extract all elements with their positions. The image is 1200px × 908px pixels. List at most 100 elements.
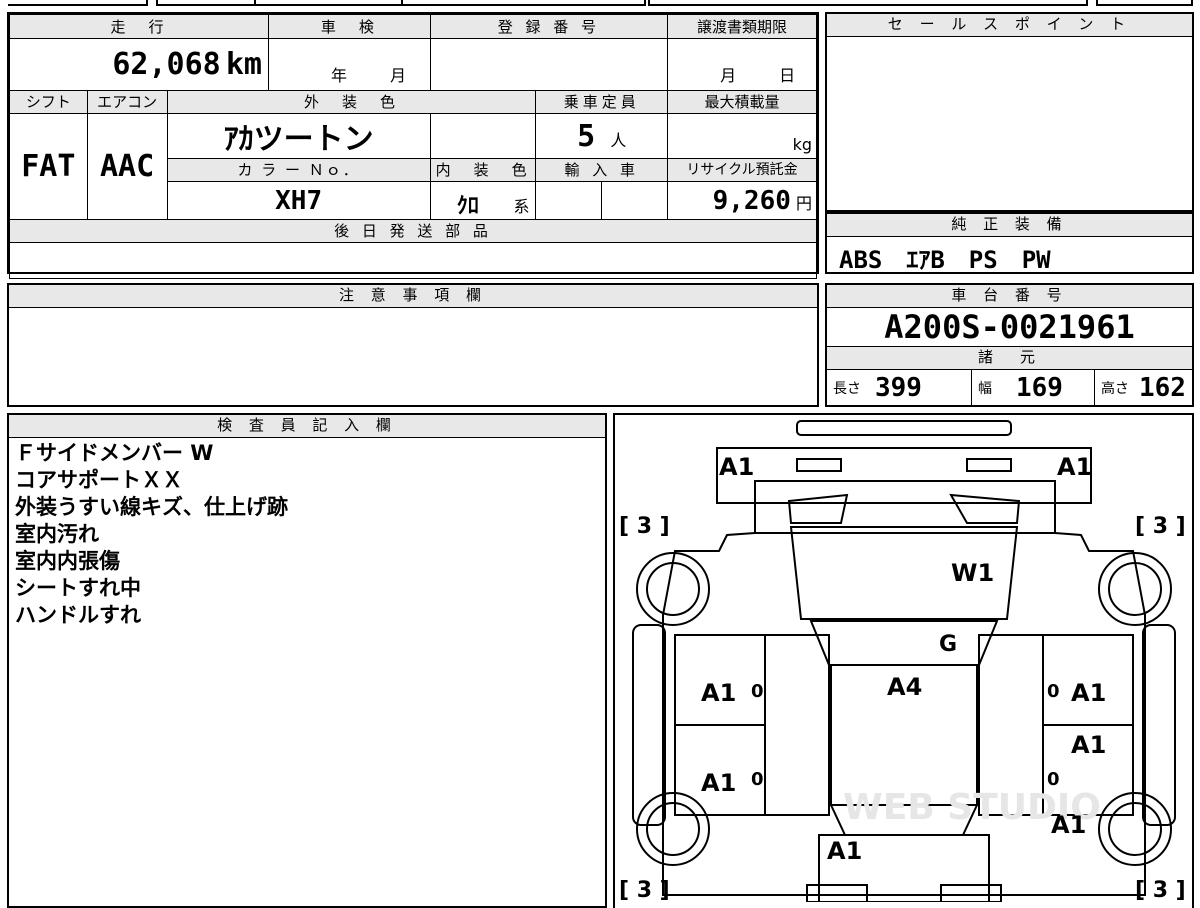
rear-light-left — [806, 884, 868, 903]
car-diagram-box: WEB STUDIO [ 3 ] [ 3 ] [ 3 ] [ 3 ] A1 A1… — [613, 413, 1194, 908]
wheel-front-right-inner — [1108, 562, 1162, 616]
max-load-cell: kg — [667, 113, 817, 159]
interior-color-value: ｸﾛ — [456, 194, 479, 219]
spec-height-value: 162 — [1139, 373, 1186, 403]
chassis-value: A200S-0021961 — [827, 308, 1192, 347]
capacity-value: 5 — [577, 118, 596, 154]
spec-length: 長さ 399 — [827, 370, 972, 406]
headlight-left-shape — [796, 458, 842, 472]
capacity-unit: 人 — [610, 130, 627, 150]
wheel-rear-right-inner — [1108, 802, 1162, 856]
capacity-cell: 5 人 — [535, 113, 669, 159]
inspection-month: 月 — [390, 66, 407, 85]
wheel-front-left-inner — [646, 562, 700, 616]
remark-line: Ｆサイドメンバー W — [15, 441, 214, 465]
recycle-fee-label: リサイクル預託金 — [667, 158, 817, 182]
marker-windshield: W1 — [951, 559, 994, 587]
rear-light-right — [940, 884, 1002, 903]
import-cell-1 — [535, 181, 603, 220]
marker-door-front-left: A1 — [701, 679, 736, 707]
equipment-box: 純 正 装 備 ABS ｴｱB PS PW — [825, 212, 1194, 274]
zero-marker-right-rear: 0 — [1047, 769, 1060, 790]
chassis-label: 車 台 番 号 — [827, 285, 1192, 308]
marker-door-mid-right: A1 — [1071, 731, 1106, 759]
sales-point-box: セ ー ル ス ポ イ ン ト — [825, 12, 1194, 212]
color-number-label: カ ラ ー Ｎｏ． — [166, 158, 431, 182]
marker-roof: A4 — [887, 673, 922, 701]
spec-length-value: 399 — [875, 373, 922, 403]
color-number-value: XH7 — [166, 181, 431, 220]
mileage-unit: km — [225, 47, 262, 82]
headlight-right-shape — [966, 458, 1012, 472]
exterior-color-extra — [429, 113, 537, 159]
zero-marker-left-front: 0 — [751, 681, 764, 702]
exterior-color-label: 外 装 色 — [166, 90, 537, 114]
later-parts-label: 後 日 発 送 部 品 — [9, 219, 817, 243]
spec-width-value: 169 — [1016, 373, 1063, 403]
body-outline — [662, 532, 1146, 896]
capacity-label: 乗車定員 — [535, 90, 669, 114]
top-cut-strip — [8, 0, 1193, 6]
import-cell-2 — [601, 181, 669, 220]
mileage-cell: 62,068 km — [9, 38, 269, 91]
remark-line: 室内内張傷 — [15, 549, 120, 573]
remark-line: 外装うすい線キズ、仕上げ跡 — [15, 495, 288, 519]
zero-marker-right-front: 0 — [1047, 681, 1060, 702]
specs-label: 諸 元 — [827, 347, 1192, 370]
transfer-deadline-label: 譲渡書類期限 — [667, 14, 817, 39]
marker-rear-right: A1 — [1051, 811, 1086, 839]
specs-row: 長さ 399 幅 169 高さ 162 — [827, 370, 1192, 406]
recycle-fee-value: 9,260 — [712, 185, 791, 216]
ac-value: AAC — [86, 113, 168, 220]
inspection-label: 車 検 — [267, 14, 431, 39]
spec-length-label: 長さ — [833, 381, 861, 397]
spec-height-label: 高さ — [1101, 381, 1129, 397]
registration-label: 登 録 番 号 — [429, 14, 669, 39]
transfer-month: 月 — [720, 66, 737, 85]
equipment-label: 純 正 装 備 — [827, 214, 1192, 237]
shift-value: FAT — [9, 113, 88, 220]
tire-rear-right-label: [ 3 ] — [1135, 878, 1186, 902]
zero-marker-left-rear: 0 — [751, 769, 764, 790]
exterior-color-value: ｱｶツートン — [166, 113, 431, 159]
recycle-fee-cell: 9,260 円 — [667, 181, 817, 220]
roof-front-shape — [809, 620, 999, 666]
mileage-label: 走 行 — [9, 14, 269, 39]
vehicle-info-grid: 走 行 車 検 登 録 番 号 譲渡書類期限 62,068 km 年 月 月 日… — [7, 12, 819, 279]
inspection-cell: 年 月 — [267, 38, 431, 91]
marker-rear-hatch: A1 — [827, 837, 862, 865]
notes-label: 注 意 事 項 欄 — [9, 285, 817, 308]
hood-vent-left — [787, 493, 849, 524]
sales-point-label: セ ー ル ス ポ イ ン ト — [827, 14, 1192, 37]
shift-label: シフト — [9, 90, 88, 114]
marker-front-left: A1 — [719, 453, 754, 481]
hood-vent-right — [949, 493, 1021, 524]
recycle-fee-unit: 円 — [795, 193, 812, 213]
registration-value — [429, 38, 669, 91]
remarks-list: Ｆサイドメンバー W コアサポートＸＸ 外装うすい線キズ、仕上げ跡 室内汚れ 室… — [9, 438, 605, 631]
mileage-value: 62,068 — [112, 47, 221, 82]
spec-height: 高さ 162 — [1095, 370, 1192, 406]
inspection-year: 年 — [330, 66, 347, 85]
interior-color-cell: ｸﾛ 系 — [429, 181, 537, 220]
car-diagram: WEB STUDIO [ 3 ] [ 3 ] [ 3 ] [ 3 ] A1 A1… — [619, 420, 1186, 903]
pillar-left — [764, 634, 830, 816]
interior-color-label: 内 装 色 — [429, 158, 537, 182]
hood-shape — [754, 480, 1056, 534]
import-label: 輸 入 車 — [535, 158, 669, 182]
inspector-box: 検 査 員 記 入 欄 Ｆサイドメンバー W コアサポートＸＸ 外装うすい線キズ… — [7, 413, 607, 908]
tire-front-right-label: [ 3 ] — [1135, 514, 1186, 539]
max-load-label: 最大積載量 — [667, 90, 817, 114]
remark-line: コアサポートＸＸ — [15, 468, 183, 492]
marker-door-front-right: A1 — [1071, 679, 1106, 707]
notes-box: 注 意 事 項 欄 — [7, 283, 819, 407]
max-load-unit: kg — [792, 135, 812, 154]
front-spoiler-shape — [796, 420, 1012, 436]
marker-door-rear-left: A1 — [701, 769, 736, 797]
marker-roof-front: G — [939, 632, 957, 657]
remark-line: シートすれ中 — [15, 576, 141, 600]
later-parts-value — [9, 242, 817, 279]
transfer-day: 日 — [779, 66, 796, 85]
marker-front-right: A1 — [1057, 453, 1092, 481]
remark-line: ハンドルすれ — [15, 603, 141, 627]
